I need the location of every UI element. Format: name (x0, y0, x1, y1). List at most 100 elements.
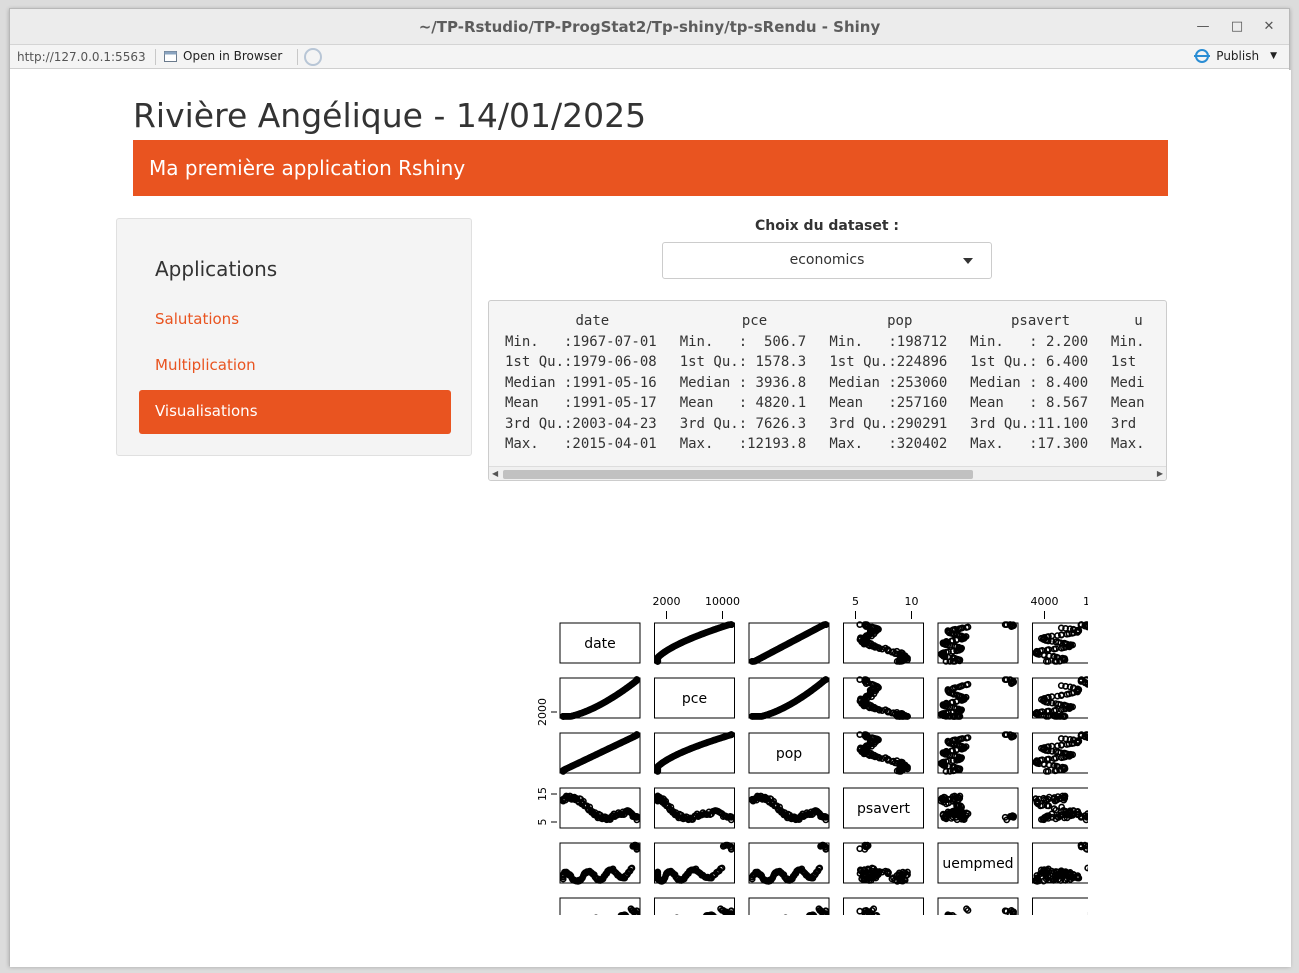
publish-button[interactable]: Publish ▼ (1193, 49, 1277, 63)
summary-cell: 3rd (1110, 415, 1137, 432)
close-icon[interactable]: ✕ (1260, 18, 1278, 36)
diagonal-label: pce (682, 691, 707, 707)
chevron-down-icon (963, 258, 973, 264)
pairs-plot: date pce pop psavert uempmed unemploy 2000 1000… (536, 595, 1088, 915)
summary-cell: 1st (1110, 354, 1137, 370)
viewer-toolbar: http://127.0.0.1:5563 Open in Browser Pu… (10, 45, 1289, 69)
maximize-icon[interactable]: □ (1228, 18, 1246, 36)
summary-cell: 1st Qu.:1979-06-08 (505, 354, 657, 370)
summary-header: date (575, 313, 610, 329)
open-in-browser-button[interactable]: Open in Browser (164, 49, 282, 63)
sidebar-heading: Applications (155, 257, 278, 281)
refresh-icon[interactable] (304, 48, 322, 66)
summary-row: Max. :2015-04-01 Max. :12193.8 Max. :32040… (505, 434, 1166, 455)
diagonal-label: psavert (857, 801, 910, 817)
dataset-select-value: economics (789, 252, 865, 268)
tick-label: 12000 (1083, 595, 1088, 608)
scroll-right-icon[interactable]: ▶ (1157, 469, 1163, 478)
summary-row: Median :1991-05-16 Median : 3936.8 Median … (505, 373, 1166, 394)
minimize-icon[interactable]: — (1194, 18, 1212, 36)
tick-label: 10000 (705, 595, 740, 608)
summary-cell: Median : 8.400 (970, 374, 1089, 391)
scrollbar-thumb[interactable] (503, 470, 973, 479)
summary-cell: Medi (1110, 374, 1145, 391)
summary-cell: Median : 3936.8 (679, 374, 807, 391)
chevron-down-icon[interactable]: ▼ (1270, 51, 1277, 61)
horizontal-scrollbar[interactable]: ◀ ▶ (489, 466, 1166, 480)
dataset-select[interactable]: economics (662, 242, 992, 279)
summary-cell: Min. : 506.7 (679, 333, 807, 350)
summary-cell: 1st Qu.: 6.400 (970, 354, 1089, 370)
summary-cell: Max. :12193.8 (679, 436, 807, 452)
scroll-left-icon[interactable]: ◀ (492, 469, 498, 478)
panel-uempmed-psavert (843, 842, 924, 884)
tick-label: 5 (852, 595, 859, 608)
diagonal-label: date (584, 636, 616, 652)
browser-window-icon (164, 50, 177, 62)
diagonal-label: pop (776, 746, 802, 762)
tick-label: 2000 (653, 595, 681, 608)
panel-date-psavert (843, 622, 924, 664)
page-title: Rivière Angélique - 14/01/2025 (133, 96, 647, 135)
summary-row: Min. :1967-07-01 Min. : 506.7 Min. :198712… (505, 332, 1166, 353)
summary-header: u (1134, 313, 1143, 329)
panel-pop-psavert (843, 732, 924, 774)
diagonal-label: uempmed (942, 856, 1013, 872)
sidebar-item-label: Salutations (155, 310, 240, 328)
toolbar-divider (297, 49, 298, 65)
banner-title: Ma première application Rshiny (149, 156, 466, 180)
tick-label: 4000 (1031, 595, 1059, 608)
panel-unemploy-date (559, 897, 641, 915)
summary-cell: Mean (1110, 395, 1145, 411)
summary-cell: 1st Qu.:224896 (829, 354, 948, 370)
summary-output[interactable]: date pce pop psavert u Min. :1967-07-01 M… (488, 300, 1167, 481)
summary-cell: 3rd Qu.:11.100 (970, 415, 1089, 432)
window-title: ~/TP-Rstudio/TP-ProgStat2/Tp-shiny/tp-sR… (418, 18, 881, 36)
sidebar-item-salutations[interactable]: Salutations (139, 298, 451, 342)
summary-cell: Min. (1110, 333, 1145, 350)
summary-row: 1st Qu.:1979-06-08 1st Qu.: 1578.3 1st Qu.… (505, 352, 1166, 373)
summary-cell: Max. :2015-04-01 (505, 436, 657, 452)
summary-cell: Median :253060 (829, 374, 948, 391)
open-in-browser-label: Open in Browser (183, 49, 283, 63)
dataset-select-group: Choix du dataset : economics (662, 218, 992, 279)
summary-cell: Median :1991-05-16 (505, 374, 657, 391)
url-display[interactable]: http://127.0.0.1:5563 (17, 50, 146, 64)
summary-cell: Mean :257160 (829, 395, 948, 411)
summary-table: date pce pop psavert u Min. :1967-07-01 M… (505, 311, 1166, 455)
summary-cell: 3rd Qu.:2003-04-23 (505, 415, 657, 432)
diagonal-label: unemploy (1038, 911, 1088, 915)
summary-cell: Max. :320402 (829, 436, 948, 452)
summary-cell: Min. : 2.200 (970, 333, 1089, 350)
summary-cell: Mean : 8.567 (970, 395, 1089, 411)
publish-icon (1194, 49, 1211, 63)
sidebar-item-label: Visualisations (155, 402, 258, 420)
publish-label: Publish (1216, 49, 1260, 63)
sidebar-item-visualisations[interactable]: Visualisations (139, 390, 451, 434)
summary-header: pce (741, 313, 768, 329)
summary-cell: Min. :1967-07-01 (505, 333, 657, 350)
app-content: Rivière Angélique - 14/01/2025 Ma premiè… (10, 70, 1291, 967)
summary-cell: Min. :198712 (829, 333, 948, 350)
panel-unemploy-psavert (843, 897, 924, 915)
summary-row: 3rd Qu.:2003-04-23 3rd Qu.: 7626.3 3rd Qu.… (505, 414, 1166, 435)
dataset-select-label: Choix du dataset : (754, 218, 900, 234)
summary-cell: 1st Qu.: 1578.3 (679, 354, 807, 370)
summary-header: pop (887, 313, 913, 329)
summary-cell: Max. (1110, 436, 1145, 452)
tick-label: 5 (536, 819, 549, 826)
summary-cell: Max. :17.300 (970, 436, 1089, 452)
summary-cell: Mean : 4820.1 (679, 395, 807, 411)
summary-row: Mean :1991-05-17 Mean : 4820.1 Mean :25716… (505, 393, 1166, 414)
summary-header: psavert (1011, 313, 1071, 329)
toolbar-divider (155, 49, 156, 65)
title-bar: ~/TP-Rstudio/TP-ProgStat2/Tp-shiny/tp-sR… (10, 9, 1289, 45)
tick-label: 10 (905, 595, 919, 608)
sidebar-item-multiplication[interactable]: Multiplication (139, 344, 451, 388)
navbar-banner: Ma première application Rshiny (133, 140, 1168, 196)
sidebar-item-label: Multiplication (155, 356, 256, 374)
summary-cell: 3rd Qu.:290291 (829, 415, 948, 432)
tick-label: 2000 (536, 698, 549, 726)
sidebar: Applications Salutations Multiplication … (116, 218, 472, 456)
shiny-window: ~/TP-Rstudio/TP-ProgStat2/Tp-shiny/tp-sR… (9, 8, 1291, 967)
